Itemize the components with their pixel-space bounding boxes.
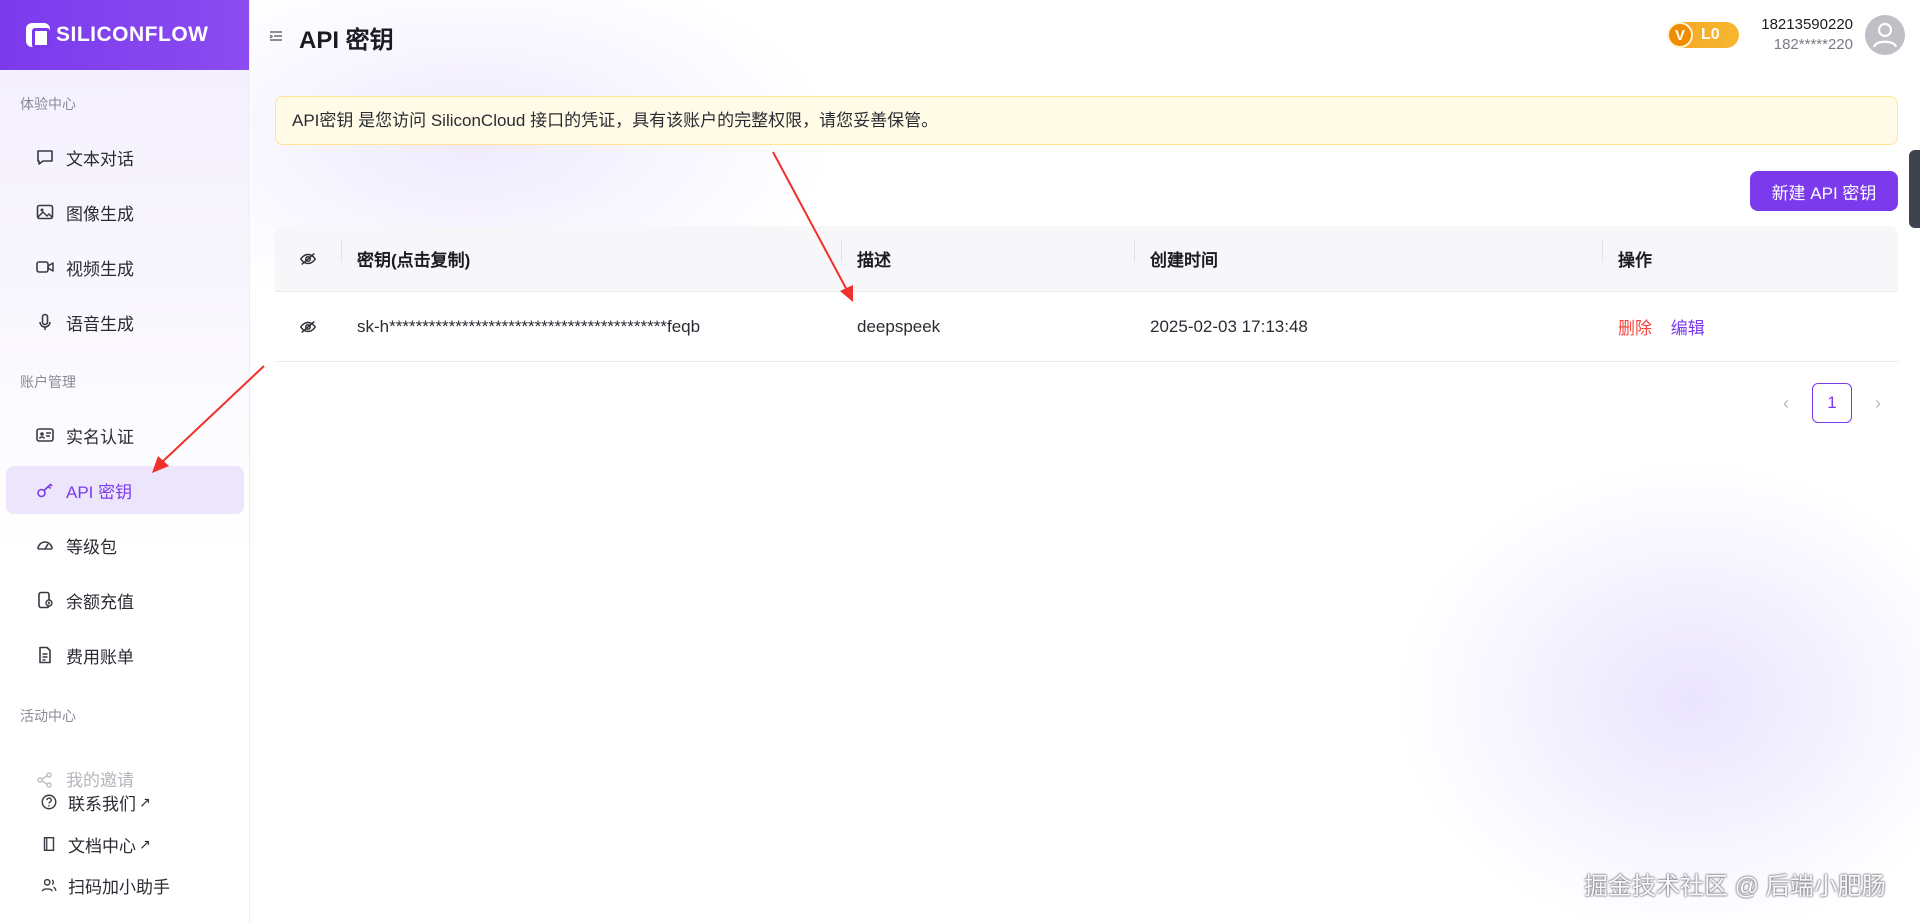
level-badge-label: L0 xyxy=(1701,26,1720,43)
sidebar-item-level-pack[interactable]: 等级包 xyxy=(6,521,244,569)
sidebar-contact-link[interactable]: 联系我们 ↗ xyxy=(10,785,151,819)
sidebar-item-voice-gen[interactable]: 语音生成 xyxy=(6,298,244,346)
sidebar-item-label: 实名认证 xyxy=(66,427,134,447)
id-card-icon xyxy=(34,424,56,446)
user-masked-phone: 182*****220 xyxy=(1773,36,1853,53)
column-header-created: 创建时间 xyxy=(1134,240,1602,271)
user-name: 18213590220 xyxy=(1761,16,1853,33)
user-info[interactable]: 18213590220 182*****220 xyxy=(1753,15,1853,55)
group-label-account: 账户管理 xyxy=(20,374,76,390)
sidebar-assistant-link[interactable]: 扫码加小助手 xyxy=(10,868,170,902)
watermark: 掘金技术社区 @ 后端小肥肠 xyxy=(1584,873,1886,900)
brand-name: SILICONFLOW xyxy=(56,23,209,46)
group-label-experience: 体验中心 xyxy=(20,96,76,112)
sidebar-item-label: 等级包 xyxy=(66,537,117,557)
sidebar-footer-label: 文档中心 xyxy=(68,836,136,856)
video-icon xyxy=(34,256,56,278)
sidebar-item-recharge[interactable]: 余额充值 xyxy=(6,576,244,624)
sidebar-item-label: 余额充值 xyxy=(66,592,134,612)
microphone-icon xyxy=(34,311,56,333)
gauge-icon xyxy=(34,534,56,556)
toggle-key-visibility[interactable] xyxy=(275,318,341,336)
book-icon xyxy=(38,833,60,855)
external-link-icon: ↗ xyxy=(139,793,151,810)
pagination: ‹ 1 › xyxy=(1766,383,1898,423)
sidebar-item-video-gen[interactable]: 视频生成 xyxy=(6,243,244,291)
column-header-description: 描述 xyxy=(841,240,1134,271)
sidebar-docs-link[interactable]: 文档中心 ↗ xyxy=(10,827,151,861)
edit-key-button[interactable]: 编辑 xyxy=(1671,319,1705,338)
vip-badge-icon: V xyxy=(1667,22,1693,48)
new-api-key-button[interactable]: 新建 API 密钥 xyxy=(1750,171,1898,211)
help-circle-icon xyxy=(38,791,60,813)
sidebar-item-real-name[interactable]: 实名认证 xyxy=(6,411,244,459)
eye-off-icon xyxy=(299,252,317,265)
sidebar-item-label: 文本对话 xyxy=(66,149,134,169)
sidebar-item-billing[interactable]: 费用账单 xyxy=(6,631,244,679)
column-header-actions: 操作 xyxy=(1602,240,1898,271)
api-key-notice: API密钥 是您访问 SiliconCloud 接口的凭证，具有该账户的完整权限… xyxy=(275,96,1898,145)
next-page-icon[interactable]: › xyxy=(1858,383,1898,423)
delete-key-button[interactable]: 删除 xyxy=(1618,319,1652,338)
column-header-key: 密钥(点击复制) xyxy=(341,240,841,271)
sidebar-item-label: 语音生成 xyxy=(66,314,134,334)
toggle-all-visibility[interactable] xyxy=(275,250,341,268)
sidebar-footer-label: 扫码加小助手 xyxy=(68,877,170,897)
users-icon xyxy=(38,874,60,896)
user-avatar-icon xyxy=(1872,22,1898,48)
api-key-created-time: 2025-02-03 17:13:48 xyxy=(1150,316,1308,336)
api-keys-table: 密钥(点击复制) 描述 创建时间 操作 sk-h****************… xyxy=(275,226,1898,362)
page-title: API 密钥 xyxy=(299,27,394,54)
bill-icon xyxy=(34,644,56,666)
logo[interactable]: SILICONFLOW xyxy=(0,0,249,70)
sidebar-item-text-chat[interactable]: 文本对话 xyxy=(6,133,244,181)
sidebar-item-label: 图像生成 xyxy=(66,204,134,224)
table-header: 密钥(点击复制) 描述 创建时间 操作 xyxy=(275,226,1898,292)
api-key-description: deepspeek xyxy=(857,316,941,336)
sidebar-item-label: API 密钥 xyxy=(66,482,133,502)
sidebar-item-api-keys[interactable]: API 密钥 xyxy=(6,466,244,514)
menu-toggle-icon[interactable] xyxy=(268,28,284,44)
key-icon xyxy=(34,479,56,501)
wallet-icon xyxy=(34,589,56,611)
top-bar: API 密钥 V L0 18213590220 182*****220 xyxy=(251,0,1920,72)
sidebar-footer-label: 联系我们 xyxy=(68,794,136,814)
main-content: API 密钥 V L0 18213590220 182*****220 API密… xyxy=(251,0,1920,922)
sidebar: SILICONFLOW 体验中心 文本对话 图像生成 视频生成 语音生成 账户管… xyxy=(0,0,250,922)
eye-off-icon xyxy=(299,320,317,333)
level-badge[interactable]: V L0 xyxy=(1667,22,1739,48)
sidebar-item-image-gen[interactable]: 图像生成 xyxy=(6,188,244,236)
page-number[interactable]: 1 xyxy=(1812,383,1852,423)
prev-page-icon[interactable]: ‹ xyxy=(1766,383,1806,423)
table-row: sk-h************************************… xyxy=(275,292,1898,362)
avatar[interactable] xyxy=(1865,15,1905,55)
siliconflow-logo-icon xyxy=(26,23,50,48)
group-label-activity: 活动中心 xyxy=(20,708,76,724)
image-icon xyxy=(34,201,56,223)
external-link-icon: ↗ xyxy=(139,835,151,852)
api-key-value[interactable]: sk-h************************************… xyxy=(341,317,841,337)
row-actions: 删除 编辑 xyxy=(1602,314,1898,339)
floating-side-tab[interactable] xyxy=(1909,150,1920,228)
sidebar-item-label: 视频生成 xyxy=(66,259,134,279)
sidebar-item-label: 费用账单 xyxy=(66,647,134,667)
chat-bubble-icon xyxy=(34,146,56,168)
